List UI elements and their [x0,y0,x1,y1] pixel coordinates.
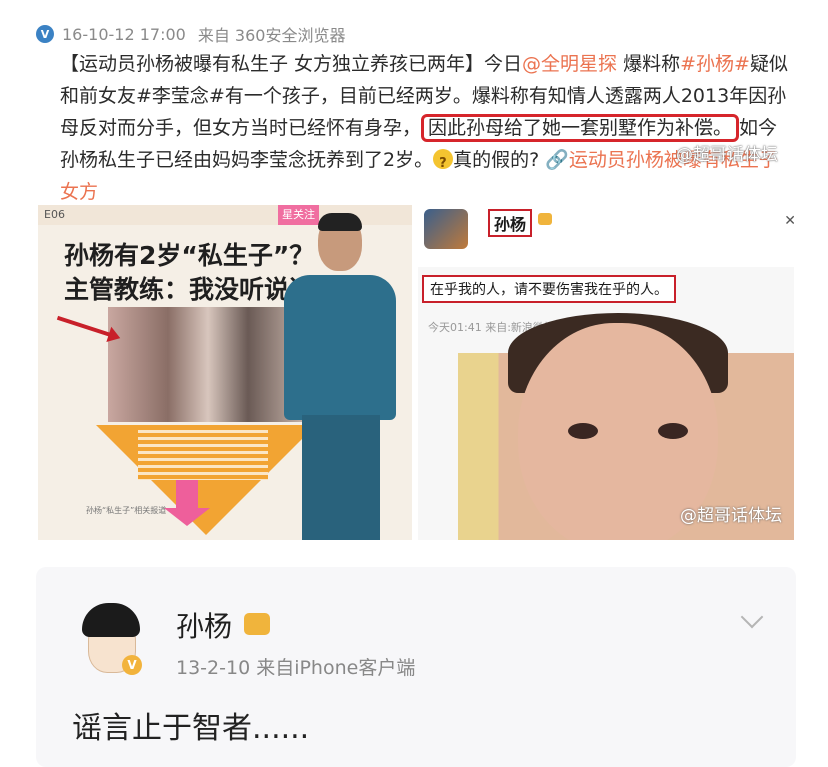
mention-link[interactable]: @全明星探 [522,53,617,75]
post-source: 来自 360安全浏览器 [197,26,346,45]
magazine-page-label: E06 [44,208,65,221]
quoted-weibo-card[interactable]: V 孙杨 13-2-10 来自iPhone客户端 谣言止于智者...... [36,567,796,767]
post-timestamp: 16-10-12 17:00 [62,24,186,44]
card-meta: 13-2-10 来自iPhone客户端 [176,657,416,679]
post-text-2: 爆料称 [617,53,681,75]
post-meta: V 16-10-12 17:00 来自 360安全浏览器 [36,22,345,46]
athlete-hair [318,213,362,231]
screenshot-header: 孙杨 [418,205,794,267]
verified-gold-icon: V [122,655,142,675]
weibo-post: V 16-10-12 17:00 来自 360安全浏览器 【运动员孙杨被曝有私生… [0,0,828,560]
highlighted-sentence: 因此孙母给了她一套别墅作为补偿。 [421,114,740,142]
link-icon: 🔗 [545,149,569,171]
woman-left-eye [568,423,598,439]
crown-icon [244,613,270,635]
magazine-caption: 孙杨“私生子”相关报道 [86,506,167,515]
chevron-down-icon[interactable] [740,605,764,629]
athlete-figure [274,213,404,540]
athlete-pants [302,415,380,540]
crown-icon [538,213,552,225]
avatar-hair [82,603,140,637]
screenshot-avatar [424,209,468,249]
hashtag-link[interactable]: #孙杨# [680,53,750,75]
screenshot-quote: 在乎我的人，请不要伤害我在乎的人。 [422,275,676,303]
woman-right-eye [658,423,688,439]
athlete-jacket [284,275,396,420]
screenshot-username: 孙杨 [488,209,533,237]
watermark-image: @超哥话体坛 [680,506,782,526]
card-text: 谣言止于智者...... [72,711,310,746]
verified-icon: V [36,25,54,43]
post-text-1: 【运动员孙杨被曝有私生子 女方独立养孩已两年】今日 [60,53,523,75]
image-row: E06 星关注 孙杨有2岁“私生子”？ 主管教练：我没听说过 孙杨“私生子”相关… [38,205,794,540]
magazine-image[interactable]: E06 星关注 孙杨有2岁“私生子”？ 主管教练：我没听说过 孙杨“私生子”相关… [38,205,412,540]
magazine-body-text [138,430,268,480]
post-body: 【运动员孙杨被曝有私生子 女方独立养孩已两年】今日@全明星探 爆料称#孙杨#疑似… [60,48,795,208]
watermark-top: @超哥话体坛 [676,145,778,165]
close-icon[interactable]: ✕ [784,213,794,229]
cartoon-avatar[interactable]: V [80,603,142,675]
screenshot-image[interactable]: 孙杨 在乎我的人，请不要伤害我在乎的人。 今天01:41 来自:新浪微博手机版 … [418,205,794,540]
red-arrow-icon [56,315,116,339]
pink-down-arrow-icon [164,480,210,526]
card-username[interactable]: 孙杨 [176,605,232,645]
question-face-icon [433,148,454,180]
post-text-5: 真的假的? [453,149,540,171]
